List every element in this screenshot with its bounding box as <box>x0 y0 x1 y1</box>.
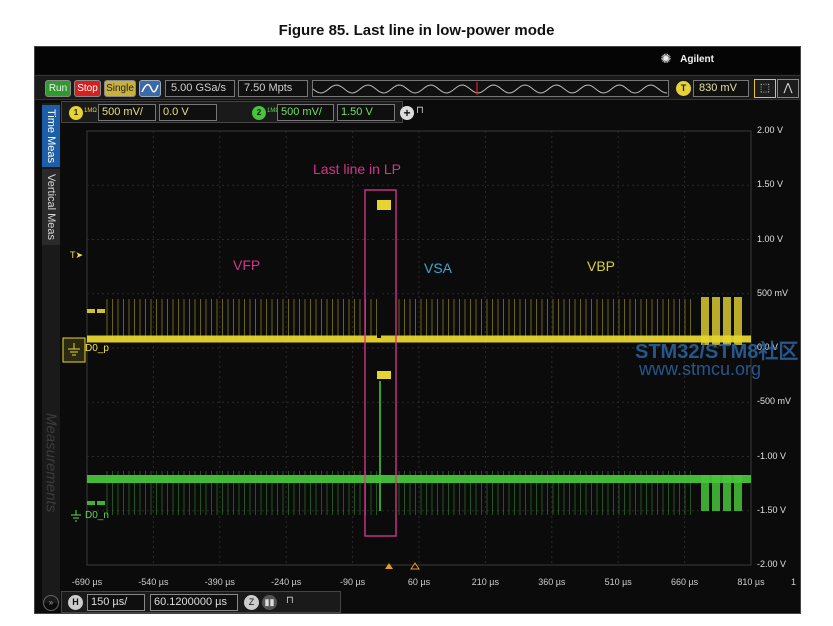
time-markers <box>385 562 420 570</box>
watermark-url: www.stmcu.org <box>639 359 762 379</box>
horizontal-bar: H 150 µs/ 60.1200000 µs Z ▮▮ ⊓ <box>61 591 341 613</box>
time-tick-label: 510 µs <box>604 577 632 587</box>
annotation-last-line: Last line in LP <box>313 161 401 177</box>
time-tick-label: 360 µs <box>538 577 566 587</box>
horizontal-badge[interactable]: H <box>68 595 83 610</box>
voltage-label: -1.00 V <box>757 450 787 461</box>
time-axis-end-label: 1 <box>791 577 797 587</box>
waveform-display[interactable] <box>35 47 801 614</box>
time-tick-label: -90 µs <box>339 577 366 587</box>
figure-title: Figure 85. Last line in low-power mode <box>278 22 555 39</box>
zoom-z-icon[interactable]: Z <box>244 595 259 610</box>
time-tick-label: -540 µs <box>138 577 169 587</box>
voltage-label: 2.00 V <box>757 125 784 135</box>
time-tick-label: -690 µs <box>71 577 103 587</box>
horizontal-scale-field[interactable]: 150 µs/ <box>87 594 145 611</box>
time-tick-label: 60 µs <box>407 577 431 587</box>
annotation-vfp: VFP <box>233 257 261 273</box>
time-tick-label: -390 µs <box>204 577 235 587</box>
time-tick-label: 810 µs <box>737 577 765 587</box>
trigger-marker-label: T <box>70 250 76 260</box>
trigger-level-marker: T➤ <box>70 250 84 260</box>
horizontal-delay-field[interactable]: 60.1200000 µs <box>150 594 238 611</box>
annotation-vbp: VBP <box>587 258 616 274</box>
time-tick-label: 210 µs <box>471 577 499 587</box>
voltage-label: 1.50 V <box>757 179 784 190</box>
voltage-label: -1.50 V <box>757 504 787 515</box>
trace-label-d0n: D0_n <box>85 510 109 521</box>
trace-label-d0p: D0_p <box>85 343 109 354</box>
ground-markers <box>62 337 86 522</box>
time-tick-label: -240 µs <box>271 577 302 587</box>
navigate-icon[interactable]: ▮▮ <box>262 595 277 610</box>
voltage-label: 500 mV <box>757 287 789 298</box>
pin-icon[interactable]: ⊓ <box>286 595 294 606</box>
annotation-vsa: VSA <box>424 260 453 276</box>
voltage-label: -2.00 V <box>757 559 787 569</box>
time-tick-label: 660 µs <box>670 577 699 587</box>
oscilloscope-screen: ✺ Agilent Run Stop Single 5.00 GSa/s 7.5… <box>34 46 801 614</box>
voltage-label: 1.00 V <box>757 233 784 244</box>
voltage-label: -500 mV <box>757 396 792 407</box>
